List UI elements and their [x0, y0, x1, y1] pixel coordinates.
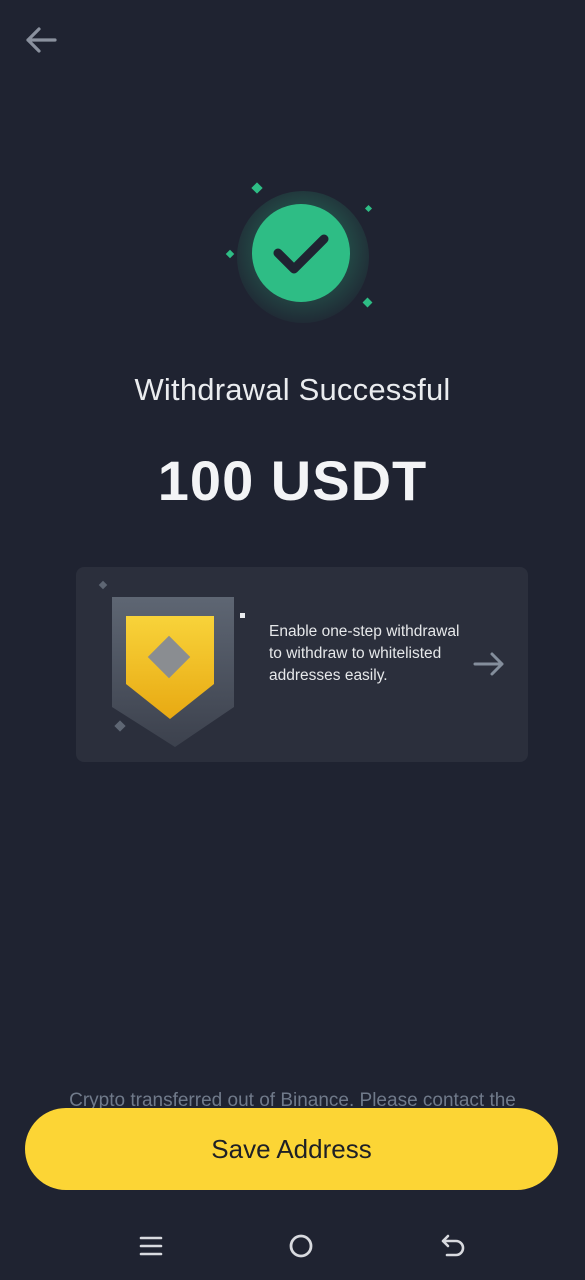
- arrow-left-icon: [26, 27, 57, 53]
- one-step-withdrawal-card[interactable]: Enable one-step withdrawal to withdraw t…: [76, 567, 528, 762]
- promo-arrow-button[interactable]: [472, 649, 508, 679]
- recent-apps-button[interactable]: [133, 1228, 169, 1264]
- arrow-right-icon: [473, 652, 504, 676]
- system-back-button[interactable]: [435, 1228, 471, 1264]
- checkmark-icon: [225, 182, 373, 323]
- system-navbar: [0, 1222, 585, 1278]
- withdrawal-amount: 100 USDT: [157, 449, 428, 512]
- home-circle-icon: [289, 1234, 313, 1258]
- success-badge: [220, 175, 380, 335]
- shield-badge-icon: [98, 580, 245, 747]
- promo-text: Enable one-step withdrawal to withdraw t…: [269, 623, 460, 684]
- back-return-icon: [441, 1234, 465, 1257]
- back-button[interactable]: [20, 20, 60, 60]
- promo-illustration: [86, 577, 261, 757]
- menu-icon: [139, 1236, 163, 1256]
- home-button[interactable]: [283, 1228, 319, 1264]
- save-address-button[interactable]: Save Address: [25, 1108, 558, 1190]
- success-title: Withdrawal Successful: [134, 372, 451, 407]
